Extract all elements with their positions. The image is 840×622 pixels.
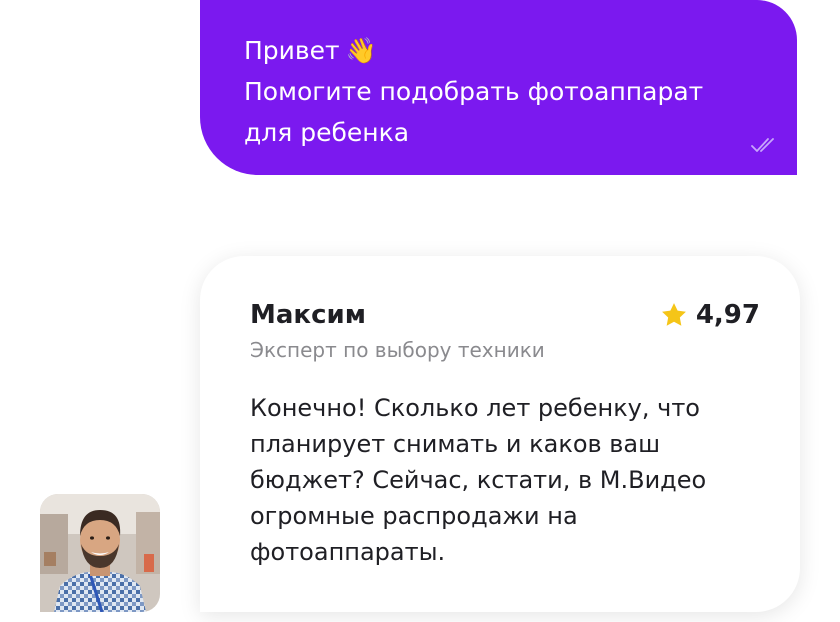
rating-value: 4,97 [695,300,760,330]
user-message-line-2: Помогите подобрать фотоаппарат [244,77,704,106]
user-message-line-1: Привет 👋 [244,30,753,71]
expert-name: Максим [250,300,366,330]
user-message-line-3: для ребенка [244,118,410,147]
star-icon [661,303,686,326]
avatar [40,494,160,612]
expert-card-header: Максим 4,97 [250,300,760,330]
expert-rating: 4,97 [660,300,760,330]
expert-message-text: Конечно! Сколько лет ребенку, что планир… [250,394,707,566]
expert-message-card: Максим 4,97 Эксперт по выбору техники Ко… [200,256,800,612]
user-message-bubble: Привет 👋 Помогите подобрать фотоаппарат д… [200,0,797,175]
waving-hand-icon: 👋 [345,36,377,65]
expert-photo [40,494,160,612]
expert-role: Эксперт по выбору техники [250,338,545,362]
double-check-icon [751,138,774,152]
